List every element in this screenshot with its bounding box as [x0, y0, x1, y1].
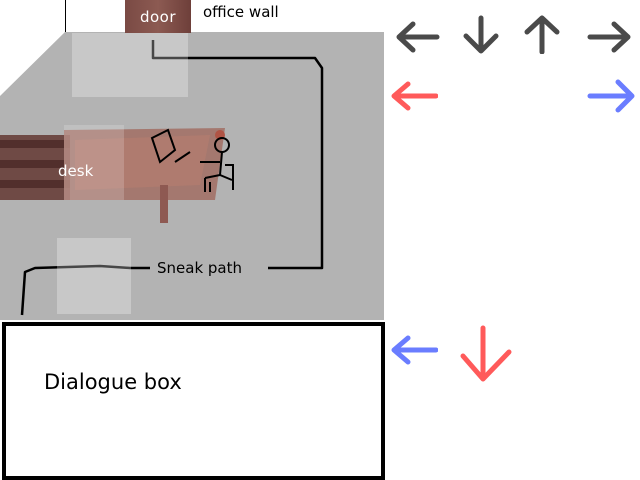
dialogue-box[interactable]: Dialogue box — [2, 322, 385, 480]
left-arrow-icon[interactable] — [388, 74, 438, 114]
up-arrow-icon[interactable] — [517, 14, 567, 54]
down-arrow-icon[interactable] — [456, 14, 506, 54]
office-wall-label: office wall — [203, 3, 279, 21]
sneak-path-label: Sneak path — [155, 259, 245, 277]
dialogue-text: Dialogue box — [44, 370, 182, 394]
desk-label: desk — [58, 162, 94, 180]
down-arrow-icon[interactable] — [455, 322, 515, 384]
right-arrow-icon[interactable] — [584, 16, 634, 56]
right-arrow-icon[interactable] — [586, 74, 636, 114]
door-label: door — [139, 8, 177, 26]
door-hotspot[interactable] — [72, 33, 188, 97]
path-hotspot[interactable] — [57, 238, 131, 314]
left-arrow-icon[interactable] — [393, 16, 443, 56]
left-arrow-icon[interactable] — [388, 330, 438, 370]
wall-edge-line — [65, 0, 66, 32]
